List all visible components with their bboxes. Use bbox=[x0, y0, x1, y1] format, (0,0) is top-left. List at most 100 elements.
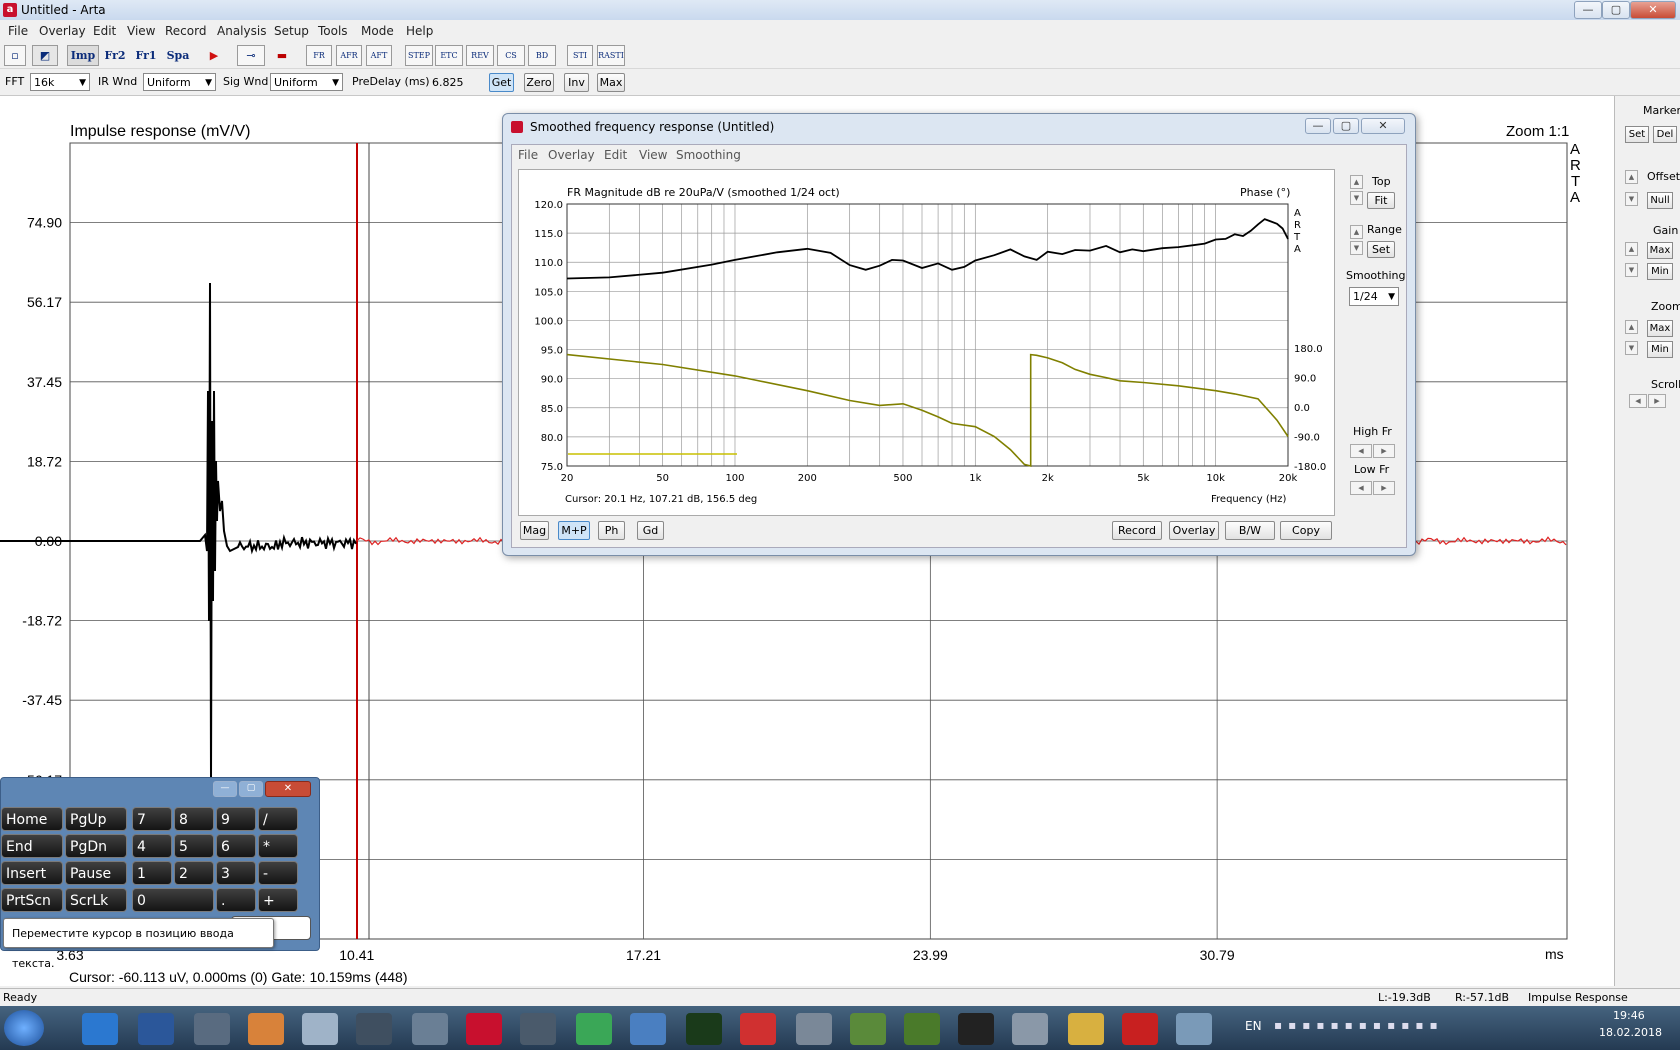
record-button[interactable]: Record bbox=[1112, 521, 1162, 540]
afr-tool-icon[interactable]: AFR bbox=[336, 45, 362, 66]
cursor-icon[interactable]: ◩ bbox=[32, 45, 58, 66]
fox-app-icon[interactable] bbox=[356, 1013, 392, 1045]
aft-tool-icon[interactable]: AFT bbox=[366, 45, 392, 66]
folder-icon[interactable] bbox=[1068, 1013, 1104, 1045]
tray-icons[interactable]: ▪▪▪▪▪▪▪▪▪▪▪▪ bbox=[1274, 1018, 1444, 1032]
key-prtscn[interactable]: PrtScn bbox=[1, 888, 63, 912]
new-file-icon[interactable]: ▫ bbox=[4, 45, 26, 66]
minimize-button[interactable]: — bbox=[1574, 1, 1602, 19]
predelay-input[interactable]: 6.825 bbox=[428, 73, 478, 91]
fr-maximize-button[interactable]: ▢ bbox=[1333, 118, 1359, 134]
arrow-app-icon[interactable] bbox=[1122, 1013, 1158, 1045]
oscilloscope-app-icon[interactable] bbox=[686, 1013, 722, 1045]
osk-maximize-button[interactable]: ▢ bbox=[239, 781, 263, 797]
key-8[interactable]: 8 bbox=[174, 807, 214, 831]
fit-button[interactable]: Fit bbox=[1367, 192, 1395, 209]
smoothing-select[interactable]: 1/24 ▼ bbox=[1349, 287, 1399, 306]
imp-button[interactable]: Imp bbox=[67, 45, 99, 66]
omega-app-icon[interactable] bbox=[520, 1013, 556, 1045]
key-2[interactable]: 2 bbox=[174, 861, 214, 885]
camera-app-icon[interactable] bbox=[194, 1013, 230, 1045]
offset-down-arrow-icon[interactable]: ▼ bbox=[1625, 192, 1638, 206]
zoom-up-arrow-icon[interactable]: ▲ bbox=[1625, 320, 1638, 334]
menu-analysis[interactable]: Analysis bbox=[217, 24, 266, 38]
word-icon[interactable] bbox=[138, 1013, 174, 1045]
zoom-down-arrow-icon[interactable]: ▼ bbox=[1625, 341, 1638, 355]
play-icon[interactable]: ▶ bbox=[204, 45, 224, 66]
key-[interactable]: * bbox=[258, 834, 298, 858]
bw-button[interactable]: B/W bbox=[1225, 521, 1275, 540]
mp-button[interactable]: M+P bbox=[558, 521, 590, 540]
fr-plot-area[interactable]: 120.0 115.0 110.0 105.0 100.0 95.0 90.0 85.0 80.… bbox=[518, 169, 1335, 516]
menu-tools[interactable]: Tools bbox=[318, 24, 348, 38]
menu-record[interactable]: Record bbox=[165, 24, 206, 38]
zero-button[interactable]: Zero bbox=[524, 73, 554, 92]
arta-taskbar-icon[interactable] bbox=[466, 1013, 502, 1045]
key-9[interactable]: 9 bbox=[216, 807, 256, 831]
gain-max-button[interactable]: Max bbox=[1647, 242, 1673, 259]
mag-button[interactable]: Mag bbox=[520, 521, 549, 540]
menu-setup[interactable]: Setup bbox=[274, 24, 309, 38]
ir-wnd-select[interactable]: Uniform ▼ bbox=[143, 73, 216, 91]
low-fr-left-arrow-icon[interactable]: ◀ bbox=[1350, 481, 1372, 495]
key-1[interactable]: 1 bbox=[132, 861, 172, 885]
start-button-icon[interactable] bbox=[4, 1010, 44, 1046]
maximize-button[interactable]: ▢ bbox=[1602, 1, 1630, 19]
range-up-arrow-icon[interactable]: ▲ bbox=[1350, 225, 1363, 239]
key-[interactable]: - bbox=[258, 861, 298, 885]
menu-file[interactable]: File bbox=[8, 24, 28, 38]
fr-menu-view[interactable]: View bbox=[639, 148, 667, 162]
minecraft2-icon[interactable] bbox=[904, 1013, 940, 1045]
key-[interactable]: + bbox=[258, 888, 298, 912]
fr2-button[interactable]: Fr2 bbox=[100, 45, 130, 66]
cs-tool-icon[interactable]: CS bbox=[497, 45, 525, 66]
menu-mode[interactable]: Mode bbox=[361, 24, 394, 38]
high-fr-left-arrow-icon[interactable]: ◀ bbox=[1350, 444, 1372, 458]
minecraft-icon[interactable] bbox=[850, 1013, 886, 1045]
gd-button[interactable]: Gd bbox=[637, 521, 664, 540]
scroll-right-arrow-icon[interactable]: ▶ bbox=[1648, 394, 1666, 408]
generator-icon[interactable]: ⊸ bbox=[237, 45, 265, 66]
max-button[interactable]: Max bbox=[597, 73, 625, 92]
key-pgdn[interactable]: PgDn bbox=[65, 834, 127, 858]
top-up-arrow-icon[interactable]: ▲ bbox=[1350, 175, 1363, 189]
scissors-app-icon[interactable] bbox=[1012, 1013, 1048, 1045]
gain-min-button[interactable]: Min bbox=[1647, 263, 1673, 280]
sig-wnd-select[interactable]: Uniform ▼ bbox=[270, 73, 343, 91]
null-button[interactable]: Null bbox=[1647, 192, 1673, 209]
inv-button[interactable]: Inv bbox=[564, 73, 589, 92]
clock-date[interactable]: 18.02.2018 bbox=[1599, 1026, 1662, 1039]
key-6[interactable]: 6 bbox=[216, 834, 256, 858]
fr-close-button[interactable]: ✕ bbox=[1361, 118, 1405, 134]
step-tool-icon[interactable]: STEP bbox=[405, 45, 433, 66]
key-pause[interactable]: Pause bbox=[65, 861, 127, 885]
fr-menu-smoothing[interactable]: Smoothing bbox=[676, 148, 741, 162]
sti-tool-icon[interactable]: STI bbox=[567, 45, 593, 66]
graph-app-icon[interactable] bbox=[796, 1013, 832, 1045]
close-button[interactable]: ✕ bbox=[1630, 1, 1676, 19]
fr-chart[interactable]: 120.0 115.0 110.0 105.0 100.0 95.0 90.0 85.0 80.… bbox=[519, 170, 1334, 515]
range-down-arrow-icon[interactable]: ▼ bbox=[1350, 241, 1363, 255]
fr1-button[interactable]: Fr1 bbox=[131, 45, 161, 66]
fr-menu-overlay[interactable]: Overlay bbox=[548, 148, 595, 162]
zoom-min-button[interactable]: Min bbox=[1647, 341, 1673, 358]
key-4[interactable]: 4 bbox=[132, 834, 172, 858]
eye-app-icon[interactable] bbox=[248, 1013, 284, 1045]
key-[interactable]: . bbox=[216, 888, 256, 912]
menu-overlay[interactable]: Overlay bbox=[39, 24, 86, 38]
key-3[interactable]: 3 bbox=[216, 861, 256, 885]
offset-up-arrow-icon[interactable]: ▲ bbox=[1625, 170, 1638, 184]
menu-edit[interactable]: Edit bbox=[93, 24, 116, 38]
high-fr-right-arrow-icon[interactable]: ▶ bbox=[1373, 444, 1395, 458]
chrome-icon[interactable] bbox=[576, 1013, 612, 1045]
rasti-tool-icon[interactable]: RASTI bbox=[597, 45, 625, 66]
menu-view[interactable]: View bbox=[127, 24, 155, 38]
fr-minimize-button[interactable]: — bbox=[1305, 118, 1331, 134]
fft-select[interactable]: 16k ▼ bbox=[30, 73, 90, 91]
key-7[interactable]: 7 bbox=[132, 807, 172, 831]
language-indicator[interactable]: EN bbox=[1245, 1019, 1262, 1033]
key-home[interactable]: Home bbox=[1, 807, 63, 831]
marker-set-button[interactable]: Set bbox=[1625, 126, 1649, 143]
key-end[interactable]: End bbox=[1, 834, 63, 858]
gain-up-arrow-icon[interactable]: ▲ bbox=[1625, 242, 1638, 256]
